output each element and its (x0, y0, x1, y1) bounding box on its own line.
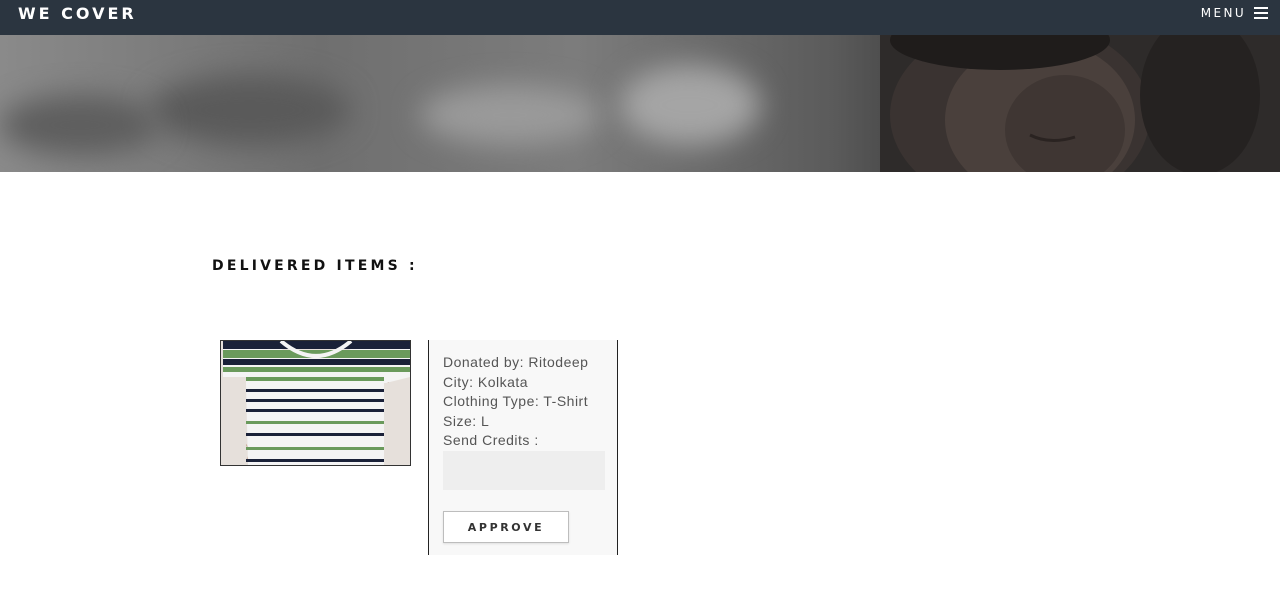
item-photo (220, 340, 411, 466)
item-details-card: Donated by: Ritodeep City: Kolkata Cloth… (428, 340, 618, 555)
hero-blur-shape (150, 75, 350, 145)
hero-blur-shape (420, 85, 600, 145)
city-text: City: Kolkata (443, 373, 529, 390)
donated-by-text: Donated by: Ritodeep (443, 354, 589, 370)
hero-blur-shape (0, 95, 160, 155)
brand-logo[interactable]: WE COVER (18, 4, 137, 23)
clothing-type-text: Clothing Type: T-Shirt (443, 393, 589, 410)
size-text: Size: L (443, 412, 490, 429)
delivered-items-heading: DELIVERED ITEMS : (212, 258, 418, 274)
hero-banner (0, 35, 1280, 172)
menu-button[interactable]: MENU (1201, 6, 1268, 20)
menu-label: MENU (1200, 6, 1246, 20)
send-credits-label: Send Credits : (443, 432, 539, 449)
item-details: Donated by: Ritodeep City: Kolkata Cloth… (443, 353, 588, 451)
child-figure-image (880, 35, 1280, 172)
striped-tshirt-photo (221, 341, 410, 465)
hero-blur-shape (620, 65, 760, 145)
approve-button[interactable]: APPROVE (443, 511, 569, 543)
send-credits-input[interactable] (443, 451, 605, 490)
top-navbar: WE COVER MENU (0, 0, 1280, 35)
hamburger-icon (1254, 7, 1268, 19)
